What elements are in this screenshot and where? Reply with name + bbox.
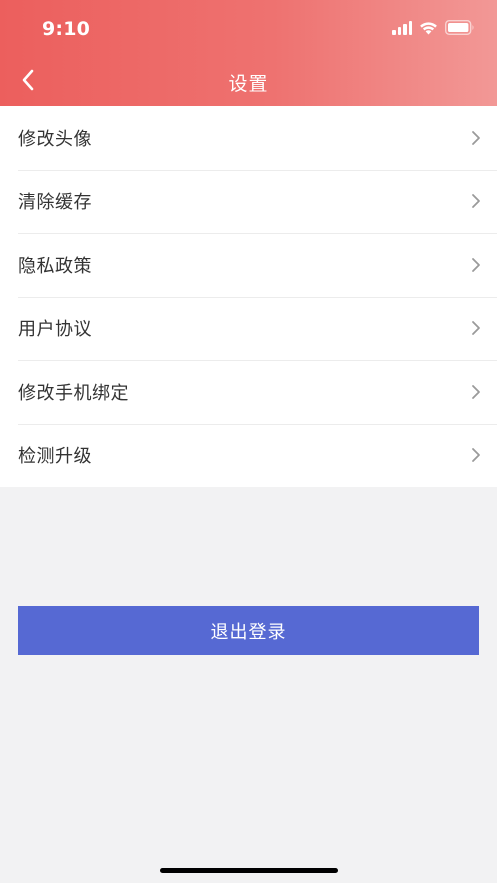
settings-item-privacy-policy[interactable]: 隐私政策 [0, 233, 497, 297]
status-bar: 9:10 [0, 0, 497, 58]
signal-icon [392, 20, 412, 35]
chevron-right-icon [472, 384, 480, 399]
wifi-icon [419, 21, 438, 35]
settings-item-change-phone[interactable]: 修改手机绑定 [0, 360, 497, 424]
nav-bar: 设置 [0, 58, 497, 106]
settings-screen: 9:10 设置 修改头像 清除缓存 隐私政策 用户协议 修改手机绑定 检测升级 … [0, 0, 497, 883]
chevron-right-icon [472, 321, 480, 336]
battery-icon [445, 20, 475, 35]
settings-item-label: 检测升级 [18, 446, 92, 468]
settings-item-clear-cache[interactable]: 清除缓存 [0, 169, 497, 234]
chevron-right-icon [472, 257, 480, 272]
chevron-right-icon [472, 194, 480, 209]
settings-item-change-avatar[interactable]: 修改头像 [0, 106, 497, 170]
home-indicator [160, 868, 338, 873]
settings-item-label: 用户协议 [18, 319, 92, 341]
settings-item-label: 修改手机绑定 [18, 382, 129, 404]
settings-item-label: 清除缓存 [18, 192, 92, 214]
chevron-right-icon [472, 130, 480, 145]
status-time: 9:10 [42, 18, 91, 40]
page-title: 设置 [228, 73, 269, 95]
settings-list: 修改头像 清除缓存 隐私政策 用户协议 修改手机绑定 检测升级 [0, 106, 497, 487]
settings-item-user-agreement[interactable]: 用户协议 [0, 296, 497, 361]
status-icons [392, 20, 475, 35]
settings-item-check-update[interactable]: 检测升级 [0, 423, 497, 488]
settings-item-label: 隐私政策 [18, 255, 92, 277]
chevron-right-icon [472, 448, 480, 463]
header: 9:10 设置 [0, 0, 497, 106]
logout-button[interactable]: 退出登录 [18, 606, 479, 655]
settings-item-label: 修改头像 [18, 128, 92, 150]
